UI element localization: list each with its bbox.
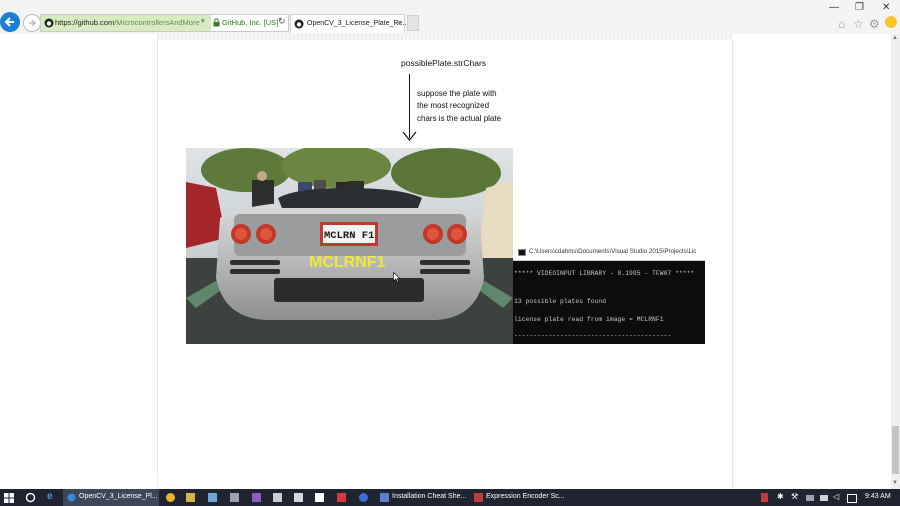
- pdf-icon[interactable]: [337, 493, 346, 502]
- restore-button[interactable]: ❐: [855, 2, 864, 13]
- windows-start-icon[interactable]: [4, 493, 14, 503]
- taskbar-item-opencv[interactable]: OpenCV_3_License_Pl...: [63, 489, 159, 506]
- console-line: ----------------------------------------…: [514, 332, 672, 339]
- new-tab-button[interactable]: [407, 15, 419, 31]
- tray-device-icon[interactable]: [806, 495, 814, 501]
- console-line: ***** VIDEOINPUT LIBRARY - 0.1995 - TFW0…: [514, 270, 695, 277]
- console-line: license plate read from image = MCLRNF1: [514, 316, 664, 323]
- console-app-icon: [518, 249, 526, 256]
- vertical-scrollbar[interactable]: ▲ ▼: [891, 34, 900, 489]
- console-output: ***** VIDEOINPUT LIBRARY - 0.1995 - TFW0…: [513, 261, 705, 344]
- feedback-smiley-icon[interactable]: [885, 16, 897, 28]
- home-icon[interactable]: ⌂: [838, 17, 845, 31]
- media-icon[interactable]: [359, 493, 368, 502]
- clock[interactable]: 9:43 AM: [865, 493, 891, 500]
- car-photo: MCLRN F1 MCLRNF1: [186, 148, 513, 344]
- cortana-icon[interactable]: [25, 492, 36, 503]
- github-favicon-icon: [44, 18, 54, 28]
- scroll-thumb[interactable]: [892, 426, 899, 474]
- chrome-icon[interactable]: [166, 493, 175, 502]
- car-illustration: [186, 148, 513, 344]
- url-text[interactable]: https://github.com/MicrocontrollersAndMo…: [55, 18, 200, 27]
- tools-icon[interactable]: [230, 493, 239, 502]
- url-host: https://github.com: [55, 18, 115, 27]
- tab-close-icon[interactable]: ×: [397, 18, 402, 27]
- scroll-down-icon[interactable]: ▼: [892, 480, 898, 486]
- refresh-icon[interactable]: ↻: [278, 16, 286, 27]
- taskbar-item-label: Installation Cheat She...: [392, 493, 467, 500]
- tab-opencv[interactable]: OpenCV_3_License_Plate_Re... ×: [290, 14, 409, 33]
- browser-chrome: https://github.com/MicrocontrollersAndMo…: [0, 0, 900, 34]
- address-bar[interactable]: https://github.com/MicrocontrollersAndMo…: [40, 14, 289, 32]
- terminal-icon[interactable]: [294, 493, 303, 502]
- console-title-bar[interactable]: C:\Users\cdahms\Documents\Visual Studio …: [513, 244, 705, 261]
- tray-app-icon[interactable]: [761, 493, 768, 502]
- url-path: /MicrocontrollersAndMore: [114, 18, 200, 27]
- note-line: the most recognized: [417, 101, 490, 111]
- close-window-button[interactable]: ✕: [882, 2, 890, 13]
- github-favicon-icon: [294, 19, 304, 29]
- network-icon[interactable]: [820, 495, 828, 501]
- page-top-strip: [157, 34, 733, 40]
- console-line: 13 possible plates found: [514, 298, 607, 305]
- edge-icon[interactable]: e: [47, 491, 53, 502]
- store-icon[interactable]: [208, 493, 217, 502]
- forward-button[interactable]: [23, 14, 41, 32]
- forward-arrow-icon: [29, 19, 37, 27]
- visual-studio-icon[interactable]: [252, 493, 261, 502]
- taskbar-item-label: OpenCV_3_License_Pl...: [79, 493, 158, 500]
- tray-tools-icon[interactable]: ⚒: [791, 492, 798, 501]
- taskbar-item-label: Expression Encoder Sc...: [486, 493, 565, 500]
- calculator-icon[interactable]: [273, 493, 282, 502]
- document-icon: [380, 493, 389, 502]
- bluetooth-icon[interactable]: ✱: [777, 492, 784, 501]
- license-plate-text: MCLRN F1: [324, 230, 375, 242]
- console-title: C:\Users\cdahms\Documents\Visual Studio …: [529, 248, 697, 255]
- tab-title: OpenCV_3_License_Plate_Re...: [307, 20, 409, 27]
- scroll-up-icon[interactable]: ▲: [892, 35, 898, 41]
- ie-icon: [67, 493, 76, 502]
- arrow-head-icon: [402, 131, 417, 141]
- slide-note: suppose the plate with the most recogniz…: [417, 88, 527, 125]
- note-line: chars is the actual plate: [417, 113, 502, 123]
- encoder-icon: [474, 493, 483, 502]
- console-window[interactable]: C:\Users\cdahms\Documents\Visual Studio …: [513, 244, 705, 344]
- taskbar: e OpenCV_3_License_Pl... Installation Ch…: [0, 489, 900, 506]
- plate-overlay-text: MCLRNF1: [309, 254, 386, 271]
- file-explorer-icon[interactable]: [186, 493, 195, 502]
- minimize-button[interactable]: —: [829, 2, 839, 13]
- taskbar-item-installation[interactable]: Installation Cheat She...: [376, 489, 468, 506]
- address-dropdown-icon[interactable]: ▾: [201, 17, 205, 25]
- down-arrow: [409, 74, 410, 138]
- settings-gear-icon[interactable]: ⚙: [869, 17, 880, 31]
- back-arrow-icon: [4, 17, 14, 27]
- note-line: suppose the plate with: [417, 89, 497, 98]
- certificate-label[interactable]: GitHub, Inc. [US]: [222, 18, 278, 27]
- lock-icon: [213, 18, 220, 27]
- watermark: www.coursesfree.com: [8, 470, 218, 490]
- favorites-star-icon[interactable]: ☆: [853, 17, 864, 31]
- taskbar-item-expression-encoder[interactable]: Expression Encoder Sc...: [470, 489, 565, 506]
- volume-icon[interactable]: ◁: [833, 492, 839, 501]
- mouse-cursor-icon: [393, 272, 401, 283]
- back-button[interactable]: [0, 12, 20, 32]
- notifications-icon[interactable]: [847, 494, 857, 503]
- settings-icon[interactable]: [315, 493, 324, 502]
- slide-title: possiblePlate.strChars: [401, 58, 487, 68]
